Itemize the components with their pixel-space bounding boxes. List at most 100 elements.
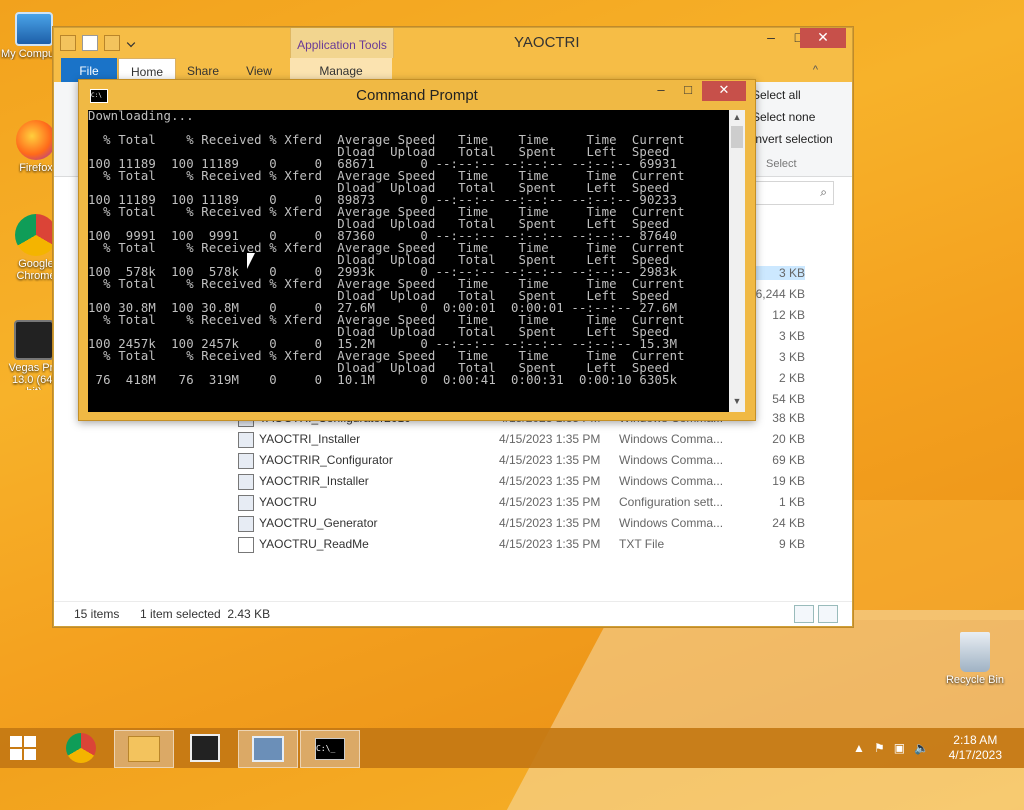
file-name: YAOCTRI_Installer: [259, 432, 361, 446]
application-tools-label: Application Tools: [290, 28, 394, 58]
desktop-icon-recycle-bin[interactable]: Recycle Bin: [941, 632, 1009, 686]
file-size: 1 KB: [778, 495, 805, 509]
action-center-icon[interactable]: ⚑: [874, 741, 885, 755]
computer-icon: [15, 12, 53, 46]
ribbon-group-label: Select: [766, 158, 797, 170]
table-row[interactable]: YAOCTRU 4/15/2023 1:35 PM Configuration …: [238, 492, 808, 513]
script-file-icon: [238, 453, 254, 469]
recycle-bin-icon: [960, 632, 990, 672]
details-view-icon[interactable]: [794, 605, 814, 623]
table-row[interactable]: YAOCTRIR_Installer 4/15/2023 1:35 PM Win…: [238, 471, 808, 492]
status-bar: 15 items 1 item selected 2.43 KB: [54, 601, 852, 626]
file-size: 19 KB: [772, 474, 805, 488]
windows-logo-icon: [10, 749, 22, 760]
large-icons-view-icon[interactable]: [818, 605, 838, 623]
chevron-up-icon[interactable]: ▲: [853, 741, 865, 755]
file-size: 20 KB: [772, 432, 805, 446]
scroll-down-icon[interactable]: ▼: [729, 396, 745, 410]
clock-date: 4/17/2023: [948, 748, 1002, 762]
table-row[interactable]: YAOCTRU_ReadMe 4/15/2023 1:35 PM TXT Fil…: [238, 534, 808, 555]
selection-info: 1 item selected 2.43 KB: [140, 607, 271, 621]
taskbar-network-app[interactable]: [238, 730, 298, 768]
script-file-icon: [238, 474, 254, 490]
computer-icon: [252, 736, 284, 762]
collapse-ribbon-icon[interactable]: ^: [813, 64, 818, 76]
start-button[interactable]: [10, 736, 38, 760]
file-date: 4/15/2023 1:35 PM: [499, 474, 601, 488]
file-name: YAOCTRU_Generator: [259, 516, 378, 530]
clock-time: 2:18 AM: [953, 733, 998, 747]
table-row[interactable]: YAOCTRU_Generator 4/15/2023 1:35 PM Wind…: [238, 513, 808, 534]
close-button[interactable]: ✕: [702, 81, 746, 101]
explorer-title-bar[interactable]: Application Tools YAOCTRI – □ ✕: [54, 28, 852, 58]
firefox-icon: [16, 120, 56, 160]
file-size: 9 KB: [778, 537, 805, 551]
window-title: YAOCTRI: [514, 34, 580, 51]
taskbar-file-explorer[interactable]: [114, 730, 174, 768]
command-prompt-window[interactable]: C:\ Command Prompt – □ ✕ Downloading... …: [78, 79, 756, 421]
file-type: Windows Comma...: [619, 453, 724, 467]
quick-access-toolbar: [60, 35, 136, 51]
console-output[interactable]: Downloading... % Total % Received % Xfer…: [88, 110, 729, 412]
windows-logo-icon: [24, 736, 36, 747]
console-text: Downloading... % Total % Received % Xfer…: [88, 110, 685, 387]
folder-icon[interactable]: [60, 35, 76, 51]
mouse-cursor-icon: [247, 253, 255, 269]
chrome-icon: [15, 214, 57, 256]
vertical-scrollbar[interactable]: ▲ ▼: [729, 110, 745, 412]
volume-muted-icon[interactable]: 🔈: [914, 741, 929, 755]
file-date: 4/15/2023 1:35 PM: [499, 537, 601, 551]
file-name: YAOCTRU_ReadMe: [259, 537, 369, 551]
scroll-up-icon[interactable]: ▲: [729, 112, 745, 126]
text-file-icon: [238, 537, 254, 553]
invert-selection-button[interactable]: Invert selection: [752, 132, 833, 146]
file-size: 69 KB: [772, 453, 805, 467]
file-name: YAOCTRIR_Installer: [259, 474, 369, 488]
table-row[interactable]: YAOCTRI_Installer 4/15/2023 1:35 PM Wind…: [238, 429, 808, 450]
script-file-icon: [238, 432, 254, 448]
network-icon[interactable]: ▣: [894, 741, 905, 755]
search-icon: ⌕: [820, 185, 827, 199]
minimize-button[interactable]: –: [757, 28, 785, 48]
minimize-button[interactable]: –: [647, 81, 675, 101]
file-type: Windows Comma...: [619, 474, 724, 488]
file-type: Configuration sett...: [619, 495, 724, 509]
search-box[interactable]: ⌕: [744, 181, 834, 205]
system-tray: ▲ ⚑ ▣ 🔈: [853, 741, 929, 755]
taskbar-vegas[interactable]: [176, 730, 234, 766]
script-file-icon: [238, 516, 254, 532]
scroll-thumb[interactable]: [731, 126, 743, 148]
select-all-button[interactable]: Select all: [752, 88, 801, 102]
clock[interactable]: 2:18 AM 4/17/2023: [949, 733, 1002, 763]
taskbar-chrome[interactable]: [52, 730, 110, 766]
file-type: Windows Comma...: [619, 432, 724, 446]
chrome-icon: [66, 733, 96, 763]
chevron-down-icon[interactable]: [126, 38, 136, 48]
close-button[interactable]: ✕: [800, 28, 846, 48]
table-row[interactable]: YAOCTRIR_Configurator 4/15/2023 1:35 PM …: [238, 450, 808, 471]
maximize-button[interactable]: □: [674, 81, 702, 101]
file-name: YAOCTRU: [259, 495, 317, 509]
windows-logo-icon: [10, 736, 22, 747]
view-toggle: [794, 605, 838, 623]
file-size: 24 KB: [772, 516, 805, 530]
file-type: TXT File: [619, 537, 665, 551]
new-folder-icon[interactable]: [104, 35, 120, 51]
select-none-button[interactable]: Select none: [752, 110, 815, 124]
windows-logo-icon: [24, 749, 36, 760]
file-type: Windows Comma...: [619, 516, 724, 530]
properties-icon[interactable]: [82, 35, 98, 51]
file-date: 4/15/2023 1:35 PM: [499, 516, 601, 530]
item-count: 15 items: [74, 607, 120, 621]
file-name: YAOCTRIR_Configurator: [259, 453, 393, 467]
desktop-icon-label: Recycle Bin: [945, 674, 1005, 686]
file-date: 4/15/2023 1:35 PM: [499, 453, 601, 467]
film-icon: [190, 734, 220, 762]
taskbar-command-prompt[interactable]: C:\_: [300, 730, 360, 768]
settings-file-icon: [238, 495, 254, 511]
cmd-title-bar[interactable]: C:\ Command Prompt – □ ✕: [79, 80, 755, 110]
taskbar: C:\_ ▲ ⚑ ▣ 🔈 2:18 AM 4/17/2023: [0, 728, 1024, 768]
folder-icon: [128, 736, 160, 762]
film-icon: [14, 320, 54, 360]
file-date: 4/15/2023 1:35 PM: [499, 495, 601, 509]
